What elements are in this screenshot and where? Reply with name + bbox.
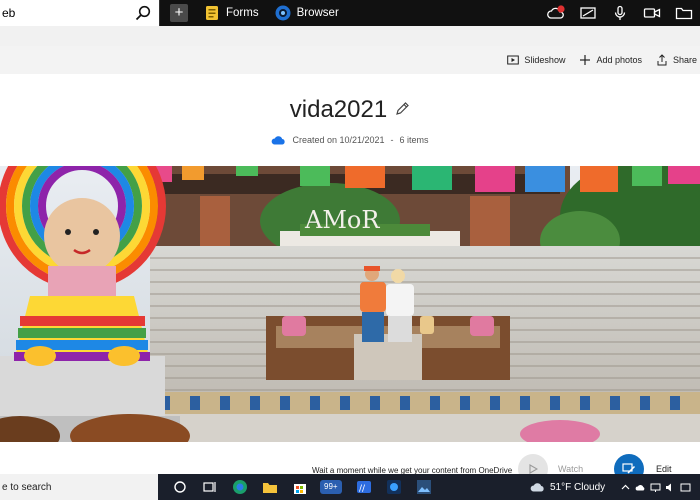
watch-label: Watch	[558, 464, 584, 474]
app-browser-label: Browser	[296, 7, 339, 19]
weather-text: 51°F Cloudy	[550, 481, 606, 493]
onedrive-cloud-icon	[272, 136, 286, 145]
windows-taskbar: e to search 99+ // 51°F Cloudy	[0, 474, 700, 500]
slideshow-label: Slideshow	[524, 55, 566, 65]
share-icon	[657, 54, 667, 66]
add-photos-label: Add photos	[596, 55, 642, 65]
album-cover-photo[interactable]: AMoR	[0, 166, 700, 442]
edit-label: Edit	[656, 464, 672, 474]
add-photos-button[interactable]: Add photos	[579, 54, 642, 66]
top-taskbar: eb + Forms Browser	[0, 0, 700, 26]
tray-chevron-icon[interactable]	[620, 482, 631, 493]
photo-scene: AMoR	[0, 166, 700, 442]
app-badge[interactable]: 99+	[320, 480, 342, 494]
forms-icon	[206, 6, 218, 20]
album-title: vida2021	[0, 96, 700, 124]
app-browser[interactable]: Browser	[275, 5, 339, 21]
album-created-date: Created on 10/21/2021	[292, 135, 385, 145]
share-label: Share	[673, 55, 698, 65]
cloud-icon	[530, 483, 544, 492]
search-icon[interactable]	[135, 5, 151, 21]
system-tray	[620, 474, 695, 500]
new-tab-button[interactable]: +	[170, 4, 188, 22]
command-bar: Slideshow Add photos Share	[0, 46, 700, 74]
album-meta: Created on 10/21/2021 - 6 items	[0, 135, 700, 145]
onedrive-tray-icon[interactable]	[635, 482, 646, 493]
album-title-text: vida2021	[289, 96, 388, 123]
edit-pencil-icon[interactable]	[395, 101, 410, 116]
plus-icon	[580, 55, 591, 65]
amor-sign: AMoR	[304, 206, 380, 234]
album-item-count: 6 items	[399, 135, 429, 145]
play-icon	[529, 464, 538, 474]
volume-tray-icon[interactable]	[665, 482, 676, 493]
window-gap	[0, 26, 700, 46]
video-camera-icon[interactable]	[643, 5, 661, 21]
browser-taskbar-icon[interactable]	[386, 479, 402, 495]
edge-icon[interactable]	[232, 479, 248, 495]
photos-taskbar-icon[interactable]	[416, 479, 432, 495]
taskbar-search-placeholder: e to search	[2, 481, 52, 493]
share-button[interactable]: Share	[656, 54, 700, 66]
web-search-box[interactable]: eb	[0, 0, 160, 26]
task-view-icon[interactable]	[202, 479, 218, 495]
web-search-text: eb	[2, 6, 16, 20]
top-right-tools	[540, 0, 700, 26]
meta-separator: -	[390, 135, 394, 145]
screen-capture-icon[interactable]	[579, 5, 597, 21]
store-icon[interactable]	[292, 479, 308, 495]
weather-widget[interactable]: 51°F Cloudy	[530, 474, 605, 500]
cloud-notification-icon[interactable]	[547, 5, 565, 21]
svg-text://: //	[359, 484, 366, 494]
browser-icon	[275, 5, 291, 21]
app-forms[interactable]: Forms	[204, 5, 259, 21]
app-forms-label: Forms	[226, 7, 259, 19]
network-tray-icon[interactable]	[650, 482, 661, 493]
folder-icon[interactable]	[675, 5, 693, 21]
file-explorer-icon[interactable]	[262, 479, 278, 495]
language-tray-icon[interactable]	[680, 482, 691, 493]
slideshow-icon	[507, 55, 520, 65]
onedrive-status-bar: Wait a moment while we get your content …	[0, 442, 700, 484]
cortana-icon[interactable]	[172, 479, 188, 495]
slideshow-button[interactable]: Slideshow	[507, 54, 565, 66]
taskbar-search-box[interactable]: e to search	[0, 474, 158, 500]
microphone-icon[interactable]	[611, 5, 629, 21]
vpn-app-icon[interactable]: //	[356, 479, 372, 495]
